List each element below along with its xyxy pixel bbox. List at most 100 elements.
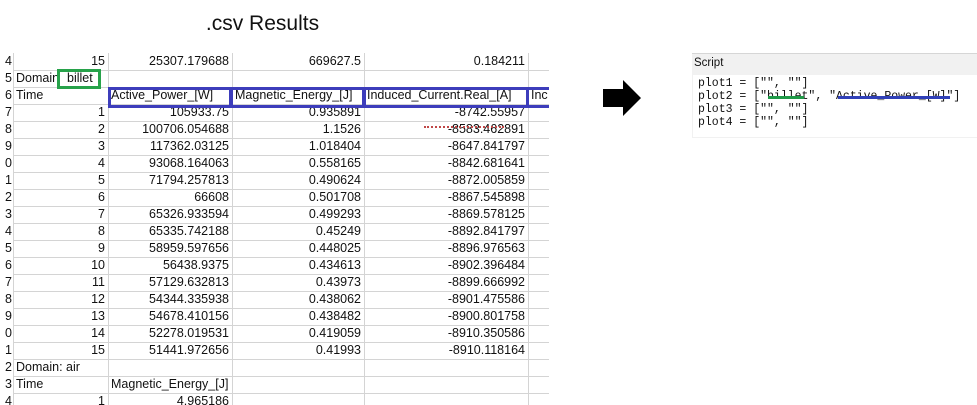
table-cell[interactable]: -8869.578125 (364, 206, 528, 223)
table-cell[interactable]: -8647.841797 (364, 138, 528, 155)
table-cell[interactable] (108, 70, 232, 87)
row-header[interactable]: 4 (0, 393, 13, 405)
script-editor[interactable]: plot1 = ["", ""] plot2 = ["billet", "Act… (693, 75, 977, 137)
table-cell[interactable]: -8899.666992 (364, 274, 528, 291)
table-cell[interactable] (528, 138, 549, 155)
table-cell[interactable] (528, 393, 549, 405)
row-header[interactable]: 2 (0, 359, 13, 376)
table-cell[interactable] (232, 359, 364, 376)
row-header[interactable]: 8 (0, 291, 13, 308)
table-cell[interactable]: 8 (13, 223, 108, 240)
table-cell[interactable]: 57129.632813 (108, 274, 232, 291)
table-cell[interactable]: -8896.976563 (364, 240, 528, 257)
row-header[interactable]: 3 (0, 376, 13, 393)
table-cell[interactable]: 0.419059 (232, 325, 364, 342)
table-cell[interactable]: 10 (13, 257, 108, 274)
table-cell[interactable] (528, 342, 549, 359)
table-cell[interactable]: 1.1526 (232, 121, 364, 138)
table-cell[interactable]: 56438.9375 (108, 257, 232, 274)
table-cell[interactable] (528, 291, 549, 308)
table-cell[interactable]: 66608 (108, 189, 232, 206)
table-cell[interactable]: -8872.005859 (364, 172, 528, 189)
table-cell[interactable] (528, 359, 549, 376)
table-cell[interactable]: 4.965186 (108, 393, 232, 405)
table-cell[interactable]: -8910.118164 (364, 342, 528, 359)
table-cell[interactable] (364, 70, 528, 87)
table-cell[interactable] (528, 206, 549, 223)
table-cell[interactable]: 0.438482 (232, 308, 364, 325)
table-cell[interactable]: Time (13, 376, 108, 393)
row-header[interactable]: 9 (0, 308, 13, 325)
table-cell[interactable]: 0.45249 (232, 223, 364, 240)
table-cell[interactable] (108, 359, 232, 376)
row-header[interactable]: 6 (0, 257, 13, 274)
table-cell[interactable]: -8902.396484 (364, 257, 528, 274)
table-cell[interactable]: 71794.257813 (108, 172, 232, 189)
row-header[interactable]: 1 (0, 172, 13, 189)
table-cell[interactable] (528, 376, 549, 393)
table-cell[interactable] (528, 325, 549, 342)
table-cell[interactable]: 51441.972656 (108, 342, 232, 359)
table-cell[interactable]: -8867.545898 (364, 189, 528, 206)
row-header[interactable]: 5 (0, 70, 13, 87)
row-header[interactable]: 9 (0, 138, 13, 155)
table-cell[interactable]: 9 (13, 240, 108, 257)
table-cell[interactable]: -8901.475586 (364, 291, 528, 308)
table-cell[interactable] (528, 308, 549, 325)
row-header[interactable]: 4 (0, 223, 13, 240)
table-cell[interactable]: 25307.179688 (108, 53, 232, 70)
table-cell[interactable]: 14 (13, 325, 108, 342)
table-cell[interactable] (528, 121, 549, 138)
table-cell[interactable]: 6 (13, 189, 108, 206)
row-header[interactable]: 0 (0, 325, 13, 342)
table-cell[interactable] (364, 393, 528, 405)
table-cell[interactable] (364, 359, 528, 376)
table-cell[interactable] (528, 70, 549, 87)
table-cell[interactable]: -8842.681641 (364, 155, 528, 172)
table-cell[interactable] (528, 189, 549, 206)
table-cell[interactable]: 117362.03125 (108, 138, 232, 155)
table-cell[interactable]: 1 (13, 104, 108, 121)
table-cell[interactable]: 0.41993 (232, 342, 364, 359)
row-header[interactable]: 2 (0, 189, 13, 206)
table-cell[interactable]: 1 (13, 393, 108, 405)
table-cell[interactable]: 15 (13, 342, 108, 359)
row-header[interactable]: 0 (0, 155, 13, 172)
row-header[interactable]: 7 (0, 104, 13, 121)
table-cell[interactable]: 4 (13, 155, 108, 172)
table-cell[interactable]: 0.434613 (232, 257, 364, 274)
table-cell[interactable]: 13 (13, 308, 108, 325)
table-cell[interactable]: 0.501708 (232, 189, 364, 206)
table-cell[interactable]: Time (13, 87, 108, 104)
table-cell[interactable]: 58959.597656 (108, 240, 232, 257)
table-cell[interactable]: 54344.335938 (108, 291, 232, 308)
table-cell[interactable]: Magnetic_Energy_[J] (108, 376, 232, 393)
table-cell[interactable]: 12 (13, 291, 108, 308)
table-cell[interactable] (232, 376, 364, 393)
table-cell[interactable]: 65335.742188 (108, 223, 232, 240)
row-header[interactable]: 7 (0, 274, 13, 291)
table-cell[interactable]: 54678.410156 (108, 308, 232, 325)
table-cell[interactable]: 0.490624 (232, 172, 364, 189)
table-cell[interactable]: 0.558165 (232, 155, 364, 172)
table-cell[interactable]: -8892.841797 (364, 223, 528, 240)
table-cell[interactable]: 0.499293 (232, 206, 364, 223)
table-cell[interactable] (528, 274, 549, 291)
table-cell[interactable]: 0.184211 (364, 53, 528, 70)
table-cell[interactable]: 1.018404 (232, 138, 364, 155)
table-cell[interactable]: 15 (13, 53, 108, 70)
table-cell[interactable]: -8910.350586 (364, 325, 528, 342)
table-cell[interactable]: 5 (13, 172, 108, 189)
table-cell[interactable]: 669627.5 (232, 53, 364, 70)
row-header[interactable]: 5 (0, 240, 13, 257)
table-cell[interactable] (528, 53, 549, 70)
row-header[interactable]: 6 (0, 87, 13, 104)
table-cell[interactable]: Domain: air (13, 359, 108, 376)
table-cell[interactable] (528, 155, 549, 172)
row-header[interactable]: 3 (0, 206, 13, 223)
table-cell[interactable] (528, 172, 549, 189)
table-cell[interactable]: 3 (13, 138, 108, 155)
table-cell[interactable]: 65326.933594 (108, 206, 232, 223)
table-cell[interactable]: 7 (13, 206, 108, 223)
table-cell[interactable] (232, 393, 364, 405)
